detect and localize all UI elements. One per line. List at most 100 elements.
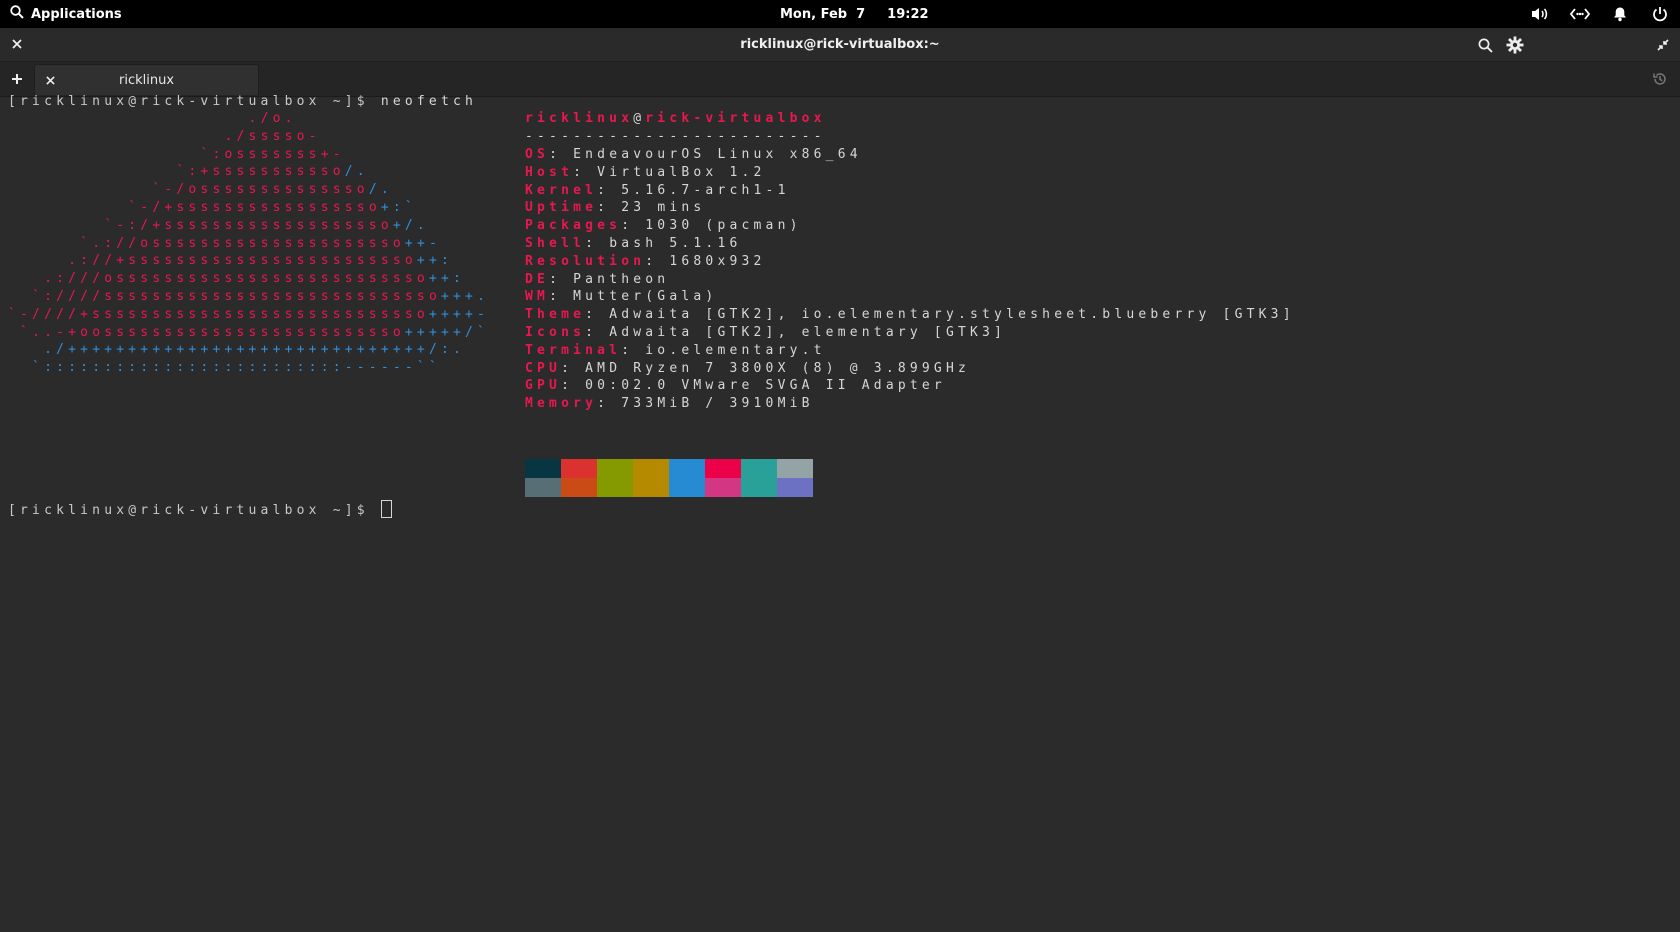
volume-icon[interactable]	[1520, 0, 1560, 28]
logo-segment	[8, 164, 176, 179]
applications-menu-button[interactable]: Applications	[10, 0, 122, 28]
logo-segment	[8, 111, 249, 126]
color-swatch	[525, 478, 561, 497]
logo-segment: `:+sssssssssso	[176, 164, 345, 180]
logo-segment: ++-	[404, 235, 441, 251]
unmaximize-button[interactable]	[1652, 34, 1674, 56]
info-user: ricklinux	[525, 111, 634, 126]
recently-closed-tabs-button[interactable]	[1650, 69, 1670, 89]
logo-line: `:osssssss+-	[8, 145, 345, 164]
info-key: DE	[525, 271, 550, 287]
info-row-os: OS: EndeavourOS Linux x86_64	[525, 147, 862, 162]
info-row-uptime: Uptime: 23 mins	[525, 200, 706, 216]
info-key: CPU	[525, 360, 562, 376]
logo-segment: +++++/`	[404, 324, 490, 340]
info-key: Icons	[525, 325, 586, 340]
logo-line: `:::::::::::::::::::::::::------``	[8, 358, 441, 377]
logo-line: `.://osssssssssssssssssssso++-	[8, 234, 441, 253]
logo-line: `-/+sssssssssssssssso+:`	[8, 198, 417, 217]
command-text: neofetch	[380, 94, 478, 109]
logo-segment: ./sssso-	[224, 128, 321, 144]
info-value: 00:02.0 VMware SVGA II Adapter	[585, 378, 946, 394]
info-key: Uptime	[525, 200, 598, 216]
logo-segment: +:`	[380, 200, 417, 215]
logo-segment	[8, 271, 44, 286]
logo-segment: ++:	[428, 271, 466, 287]
settings-button[interactable]	[1504, 34, 1526, 56]
info-key: Resolution	[525, 253, 646, 269]
logo-line: `-/ossssssssssssso/.	[8, 180, 393, 199]
info-value: 733MiB / 3910MiB	[621, 396, 814, 412]
logo-segment: +++.	[440, 289, 490, 304]
search-icon	[1478, 38, 1493, 53]
logo-line: `:+sssssssssso/.	[8, 162, 369, 181]
info-value: VirtualBox 1.2	[597, 164, 766, 180]
info-value: Mutter(Gala)	[573, 289, 718, 305]
logo-segment: .:///ossssssssssssssssssssssssso	[44, 271, 429, 287]
info-key: Packages	[525, 218, 622, 234]
logo-segment: /.	[344, 164, 369, 180]
logo-segment	[8, 182, 152, 197]
color-swatch	[705, 459, 741, 478]
info-row-resolution: Resolution: 1680x932	[525, 253, 766, 269]
window-title: ricklinux@rick-virtualbox:~	[740, 37, 940, 52]
info-key: Shell	[525, 236, 586, 251]
notifications-icon[interactable]	[1600, 0, 1640, 28]
restore-icon	[1657, 39, 1669, 51]
logo-segment	[8, 253, 68, 268]
network-icon[interactable]	[1560, 0, 1600, 28]
logo-segment	[8, 129, 224, 144]
color-swatch	[633, 478, 669, 497]
color-swatch	[741, 478, 777, 497]
logo-line: `..-+oosssssssssssssssssssssssso+++++/`	[8, 323, 489, 342]
info-row-packages: Packages: 1030 (pacman)	[525, 218, 802, 234]
find-button[interactable]	[1474, 34, 1496, 56]
logo-segment	[8, 360, 32, 375]
panel-date: Mon, Feb 7	[780, 6, 866, 22]
plus-icon	[12, 74, 22, 84]
color-swatch	[597, 478, 633, 497]
window-titlebar: ricklinux@rick-virtualbox:~	[0, 28, 1680, 62]
info-row-cpu: CPU: AMD Ryzen 7 3800X (8) @ 3.899GHz	[525, 360, 971, 376]
color-swatch	[705, 478, 741, 497]
logo-segment: `-/+sssssssssssssssso	[128, 200, 381, 215]
color-swatch	[777, 478, 813, 497]
gear-icon	[1506, 36, 1524, 54]
info-value: EndeavourOS Linux x86_64	[573, 147, 862, 162]
new-tab-button[interactable]	[6, 68, 28, 90]
color-swatch	[525, 459, 561, 478]
panel-indicators	[1520, 0, 1680, 28]
color-swatch	[669, 459, 705, 478]
history-icon	[1653, 73, 1666, 85]
info-row-kernel: Kernel: 5.16.7-arch1-1	[525, 182, 790, 198]
logo-segment: .://+ssssssssssssssssssssssso	[68, 253, 417, 269]
info-row-memory: Memory: 733MiB / 3910MiB	[525, 396, 814, 412]
terminal-view[interactable]: [ricklinux@rick-virtualbox ~]$ neofetch …	[0, 94, 1680, 932]
info-value: Pantheon	[573, 271, 670, 287]
tab-ricklinux[interactable]: ricklinux	[34, 64, 259, 95]
info-at: @	[633, 111, 646, 126]
logo-line: `:////ssssssssssssssssssssssssssso+++.	[8, 287, 489, 306]
panel-time: 19:22	[887, 6, 929, 22]
logo-segment: `-/ossssssssssssso	[152, 182, 369, 198]
info-row-theme: Theme: Adwaita [GTK2], io.elementary.sty…	[525, 307, 1295, 323]
logo-segment: `:////ssssssssssssssssssssssssssso	[32, 289, 441, 304]
logo-segment	[8, 200, 128, 215]
info-row-shell: Shell: bash 5.1.16	[525, 236, 742, 251]
power-icon[interactable]	[1640, 0, 1680, 28]
logo-segment: ./++++++++++++++++++++++++++++++/:.	[44, 342, 466, 358]
user-host-line: ricklinux@rick-virtualbox	[525, 109, 826, 128]
color-swatch	[561, 459, 597, 478]
date-time-indicator[interactable]: Mon, Feb 7 19:22	[780, 0, 929, 28]
info-value: AMD Ryzen 7 3800X (8) @ 3.899GHz	[585, 360, 971, 376]
logo-segment: ++:	[416, 253, 454, 269]
logo-segment: ++++-	[428, 306, 490, 322]
info-row-wm: WM: Mutter(Gala)	[525, 289, 718, 305]
info-key: Terminal	[525, 342, 622, 358]
info-value: Adwaita [GTK2], elementary [GTK3]	[609, 325, 1007, 340]
color-swatch	[561, 478, 597, 497]
logo-segment: `-////+ssssssssssssssssssssssssssso	[8, 306, 429, 322]
logo-line: `-:/+sssssssssssssssssso+/.	[8, 216, 429, 235]
info-value: 1030 (pacman)	[645, 218, 802, 234]
logo-segment: /.	[368, 182, 393, 198]
